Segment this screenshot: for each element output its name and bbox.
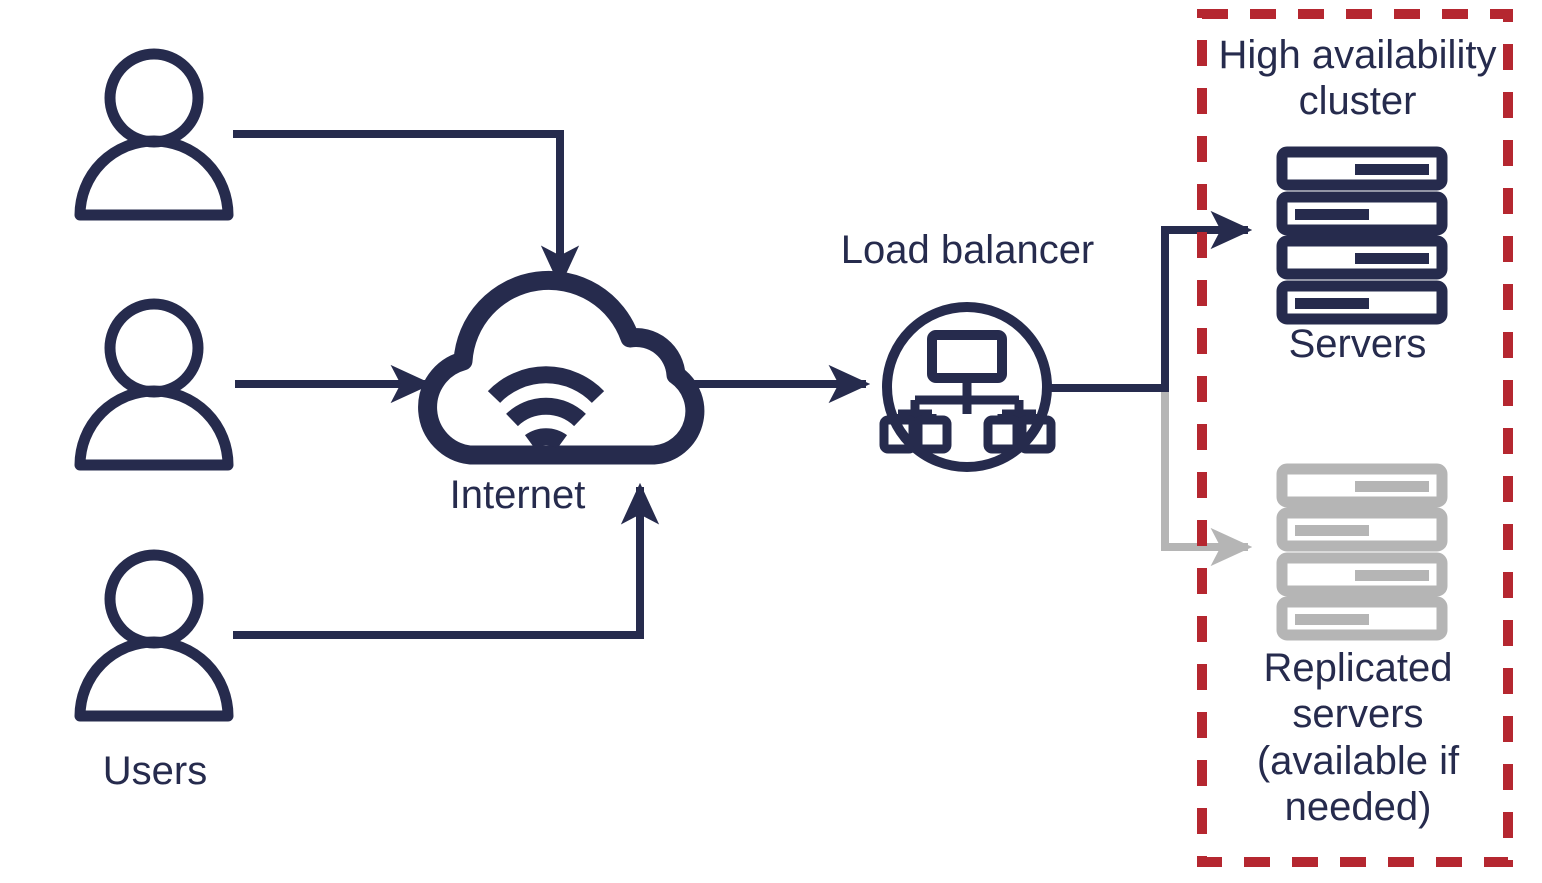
connector-group [233,130,1253,639]
user-icon [74,549,234,722]
diagram-canvas: Users Internet Load balancer Servers Hig… [0,0,1542,883]
load-balancer-label: Load balancer [840,228,1095,272]
user-icon [74,48,234,221]
server-stack-icon-standby [1276,463,1448,641]
users-label: Users [102,749,208,793]
connector-user-top-to-internet [233,130,580,288]
wifi-arcs [487,366,605,450]
internet-label: Internet [449,473,586,517]
users-group [74,48,234,722]
server-led-bar [1295,298,1369,309]
load-balancer-icon [879,302,1056,472]
server-stack-icon-active [1276,146,1448,325]
server-led-bar [1355,164,1429,175]
connector-load-balancer-to-replicated-servers [1050,384,1253,567]
server-led-bar [1295,525,1369,536]
server-led-bar [1295,209,1369,220]
server-led-bar [1355,481,1429,492]
server-led-bar [1355,253,1429,264]
server-led-bar [1295,614,1369,625]
lb-leaf-node [983,415,1022,454]
servers-label: Servers [1288,322,1427,366]
cloud-wifi-icon [418,270,705,465]
server-led-bar [1355,570,1429,581]
user-icon [74,298,234,471]
high-availability-cluster-label: High availability cluster [1218,33,1497,124]
lb-root-node [927,330,1007,383]
lb-leaf-node [913,415,952,454]
replicated-servers-label: Replicated servers (available if needed) [1256,646,1460,830]
